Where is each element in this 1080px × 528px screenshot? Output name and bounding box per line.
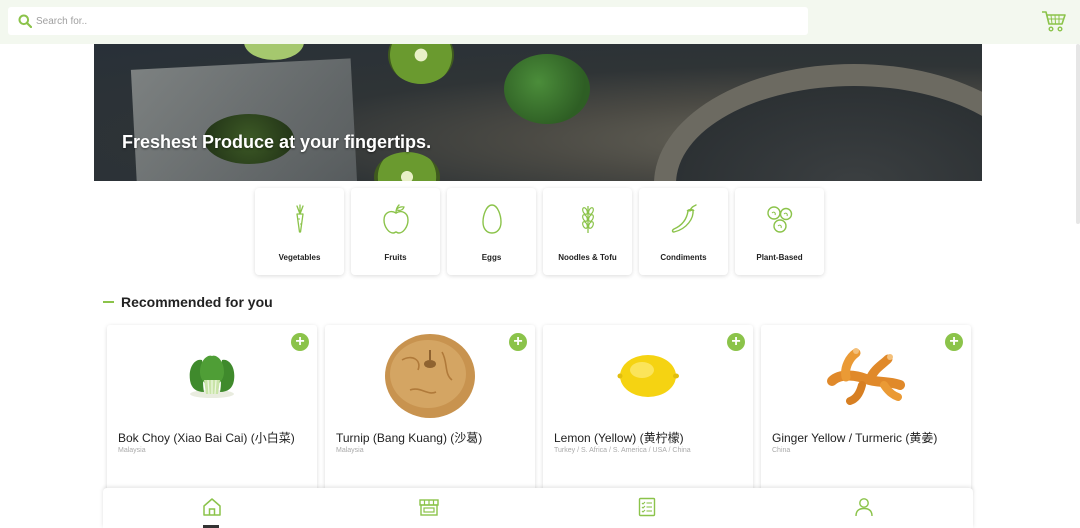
hero-title: Freshest Produce at your fingertips. <box>122 132 432 152</box>
recommended-section-header: Recommended for you <box>103 294 273 310</box>
hero-image-kiwi <box>388 44 454 84</box>
category-list: Vegetables Fruits Eggs Noodles & Tofu Co… <box>255 188 824 275</box>
product-image-bok-choy <box>107 325 317 425</box>
wheat-icon <box>581 206 594 233</box>
category-noodles-tofu[interactable]: Noodles & Tofu <box>543 188 632 275</box>
orders-icon <box>638 497 655 517</box>
product-name: Ginger Yellow / Turmeric (黄姜) <box>772 431 938 445</box>
product-card[interactable]: + Lemon (Yellow) (黄柠檬) Turkey / S. Afric… <box>543 325 753 495</box>
hero-image-broccoli <box>504 54 590 124</box>
product-list: + Bok Choy (Xiao Bai Cai) (小白菜) Malaysia… <box>107 325 971 495</box>
page-scrollbar[interactable] <box>1076 44 1080 224</box>
product-origin: Turkey / S. Africa / S. America / USA / … <box>554 447 691 454</box>
section-dash <box>103 301 114 303</box>
category-fruits[interactable]: Fruits <box>351 188 440 275</box>
product-image-turmeric <box>761 325 971 425</box>
add-to-cart-button[interactable]: + <box>727 333 745 351</box>
category-label: Noodles & Tofu <box>558 253 617 262</box>
category-vegetables[interactable]: Vegetables <box>255 188 344 275</box>
product-origin: China <box>772 447 791 454</box>
category-label: Condiments <box>660 253 707 262</box>
search-bar[interactable] <box>8 7 808 35</box>
chili-icon <box>671 204 697 233</box>
apple-icon <box>382 204 409 234</box>
hero-banner: Freshest Produce at your fingertips. <box>94 44 982 181</box>
search-input[interactable] <box>36 15 736 27</box>
category-plant-based[interactable]: Plant-Based <box>735 188 824 275</box>
top-bar <box>0 0 1080 44</box>
product-image-lemon <box>543 325 753 425</box>
product-card[interactable]: + Ginger Yellow / Turmeric (黄姜) China <box>761 325 971 495</box>
product-name: Turnip (Bang Kuang) (沙葛) <box>336 431 483 445</box>
carrot-icon <box>295 204 304 233</box>
product-card[interactable]: + Turnip (Bang Kuang) (沙葛) Malaysia <box>325 325 535 495</box>
product-name: Lemon (Yellow) (黄柠檬) <box>554 431 684 445</box>
nav-profile[interactable] <box>756 488 974 528</box>
bottom-navigation <box>103 488 973 528</box>
add-to-cart-button[interactable]: + <box>945 333 963 351</box>
hero-image-lime <box>244 44 304 60</box>
category-condiments[interactable]: Condiments <box>639 188 728 275</box>
category-label: Vegetables <box>278 253 321 262</box>
category-label: Fruits <box>384 253 407 262</box>
product-name: Bok Choy (Xiao Bai Cai) (小白菜) <box>118 431 295 445</box>
product-image-turnip <box>325 325 535 425</box>
beans-icon <box>766 206 792 233</box>
add-to-cart-button[interactable]: + <box>291 333 309 351</box>
product-origin: Malaysia <box>336 447 364 454</box>
search-icon <box>18 14 32 28</box>
category-label: Plant-Based <box>756 253 803 262</box>
nav-orders[interactable] <box>538 488 756 528</box>
hero-image-bowl <box>654 64 982 181</box>
category-label: Eggs <box>481 253 502 262</box>
home-icon <box>203 498 221 516</box>
category-eggs[interactable]: Eggs <box>447 188 536 275</box>
hero-image-kiwi <box>374 152 440 181</box>
nav-store[interactable] <box>321 488 539 528</box>
section-title: Recommended for you <box>121 294 273 310</box>
nav-home[interactable] <box>103 488 321 528</box>
store-icon <box>419 499 439 516</box>
egg-icon <box>481 204 502 234</box>
cart-icon[interactable] <box>1041 9 1067 33</box>
add-to-cart-button[interactable]: + <box>509 333 527 351</box>
product-card[interactable]: + Bok Choy (Xiao Bai Cai) (小白菜) Malaysia <box>107 325 317 495</box>
profile-icon <box>855 498 873 517</box>
product-origin: Malaysia <box>118 447 146 454</box>
